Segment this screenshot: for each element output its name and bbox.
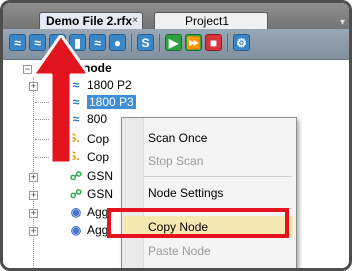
tree-item-label: 800 [87,112,108,126]
network-icon: ☍ [69,169,83,183]
settings-icon[interactable]: ⚙ [233,34,250,51]
menu-item-node-settings[interactable]: Node Settings [148,185,223,201]
tab-strip: Demo File 2.rfx × Project1 ▾ [3,3,349,29]
scan-icon[interactable]: S [137,34,154,51]
menu-item-paste-node[interactable]: Paste Node [148,243,211,259]
expand-icon[interactable]: + [29,209,38,218]
tree-item-label: 1800 P2 [87,78,132,92]
close-icon[interactable]: × [132,13,138,29]
menu-separator [144,176,292,177]
tree-item[interactable]: GSN [87,186,113,203]
play-icon[interactable]: ▶ [165,34,182,51]
context-menu: Scan Once Stop Scan Node Settings Copy N… [121,117,297,268]
collapse-icon[interactable]: − [23,65,32,74]
globe-icon: ◉ [70,223,82,237]
toolbar-separator [131,34,132,52]
toolbar-separator [159,34,160,52]
expand-icon[interactable]: + [29,173,38,182]
annotation-highlight-box [107,208,289,238]
expand-icon[interactable]: + [29,191,38,200]
stop-icon[interactable]: ■ [205,34,222,51]
expand-icon[interactable]: + [29,227,38,236]
pin-icon[interactable]: ▾ [340,17,345,28]
tab-label: Project1 [185,14,230,28]
tree-item[interactable]: Agg [87,204,108,221]
tree-item[interactable]: 1800 P2 [87,77,132,94]
tree-item-label: Agg [87,223,109,237]
menu-gutter [122,118,144,268]
tab-demo-file[interactable]: Demo File 2.rfx × [39,12,143,29]
tree-item-label: Cop [87,132,110,146]
tree-item[interactable]: 800 [87,111,107,128]
network-icon[interactable]: ≈ [9,34,26,51]
tree-item-label: Agg [87,205,109,219]
toolbar-separator [227,34,228,52]
fast-forward-icon[interactable]: ⏩ [185,34,202,51]
menu-item-stop-scan[interactable]: Stop Scan [148,153,203,169]
annotation-arrow-icon [33,35,89,163]
tab-project1[interactable]: Project1 [154,12,268,29]
tree-item[interactable]: Cop [87,131,109,148]
tree-item[interactable]: GSN [87,168,113,185]
tab-label: Demo File 2.rfx [46,14,133,28]
globe-icon[interactable]: ● [109,34,126,51]
network-icon: ☍ [69,187,83,201]
tree-item-label: 1800 P3 [87,95,136,109]
tree-item[interactable]: Agg [87,222,108,239]
gauge-icon[interactable]: ≈ [89,34,106,51]
globe-icon: ◉ [70,205,82,219]
tree-item-label: GSN [87,169,114,183]
tree-item-selected[interactable]: 1800 P3 [87,94,136,111]
menu-item-scan-once[interactable]: Scan Once [148,130,207,146]
tree-item[interactable]: Cop [87,149,109,166]
tree-item-label: GSN [87,187,114,201]
tree-item-label: Cop [87,150,110,164]
